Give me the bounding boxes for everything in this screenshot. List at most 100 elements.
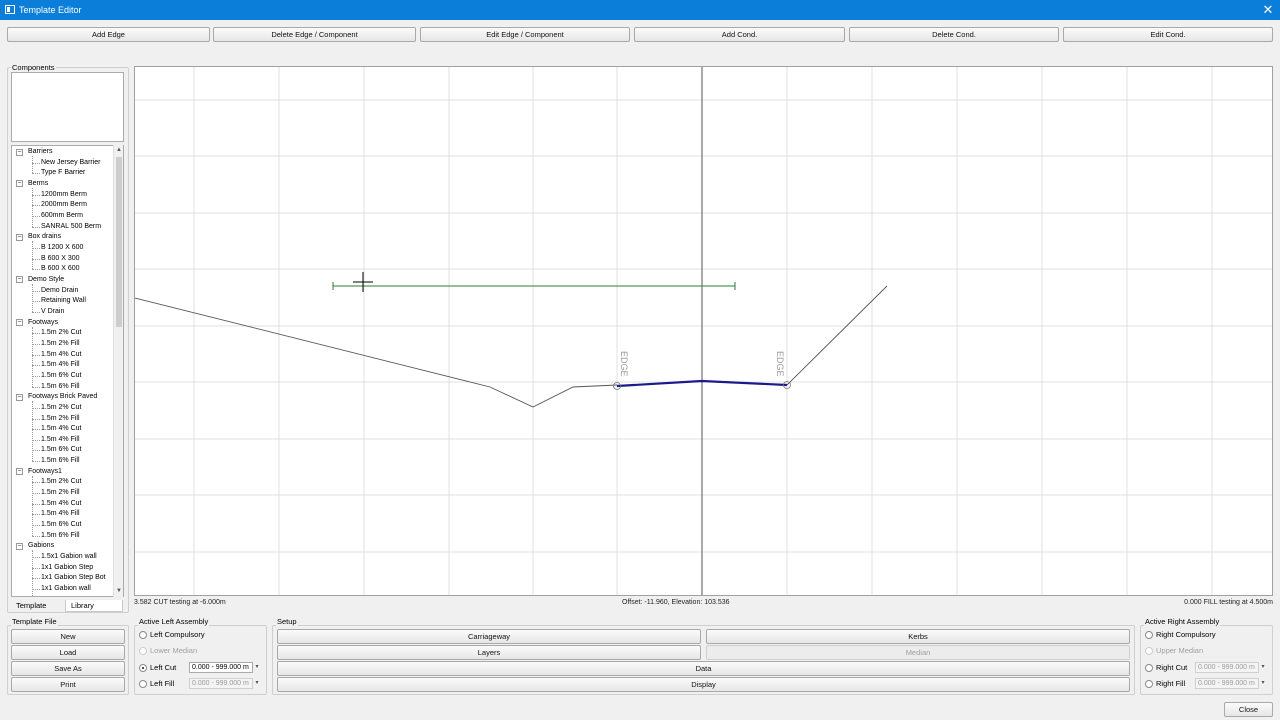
tree-collapse-icon[interactable]: − [16,148,23,156]
tree-item[interactable]: 1.5m 6% Cut [41,445,81,455]
tree-category[interactable]: Footways1 [28,467,62,477]
upper-median-radio [1145,647,1153,655]
window-close-icon[interactable]: ✕ [1260,1,1276,19]
data-button[interactable]: Data [277,661,1130,676]
tree-connector [32,475,33,536]
add-cond-button[interactable]: Add Cond. [634,27,845,42]
right-compulsory-label: Right Compulsory [1156,630,1216,639]
tree-collapse-icon[interactable]: − [16,319,23,327]
tree-connector [32,503,40,505]
tree-item[interactable]: 600mm Berm [41,211,83,221]
tree-item[interactable]: 1.5m 6% Cut [41,371,81,381]
tree-connector [32,194,40,196]
tree-item[interactable]: 1.5m 4% Cut [41,424,81,434]
tree-item[interactable]: 1x1 Gabion Step [41,563,93,573]
tree-item[interactable]: V Drain [41,307,64,317]
tree-item[interactable]: 1.5m 4% Cut [41,499,81,509]
edit-cond-button[interactable]: Edit Cond. [1063,27,1273,42]
print-button[interactable]: Print [11,677,125,692]
tree-category[interactable]: Footways Brick Paved [28,392,97,402]
tree-item[interactable]: 1.5m 2% Fill [41,488,80,498]
right-compulsory-radio[interactable] [1145,631,1153,639]
tree-item[interactable]: 1.5m 2% Fill [41,414,80,424]
tree-item[interactable]: Demo Drain [41,286,78,296]
tree-item[interactable]: 1x1 Gabion Step Bot [41,573,106,583]
tree-item[interactable]: 1.5m 2% Cut [41,403,81,413]
tree-item[interactable]: 2000mm Berm [41,200,87,210]
tree-category[interactable]: Demo Style [28,275,64,285]
edit-edge-component-button[interactable]: Edit Edge / Component [420,27,630,42]
tree-collapse-icon[interactable]: − [16,233,23,241]
layers-button[interactable]: Layers [277,645,701,660]
delete-edge-component-button[interactable]: Delete Edge / Component [213,27,416,42]
carriageway-button[interactable]: Carriageway [277,629,701,644]
new-button[interactable]: New [11,629,125,644]
left-cut-radio[interactable] [139,664,147,672]
template-canvas[interactable]: EDGE EDGE [134,66,1273,596]
tree-item[interactable]: 1.5m 4% Cut [41,350,81,360]
scroll-down-icon[interactable]: ▼ [115,587,123,595]
scroll-up-icon[interactable]: ▲ [115,146,123,154]
tree-item[interactable]: 1.5m 6% Cut [41,520,81,530]
load-button[interactable]: Load [11,645,125,660]
right-cut-radio[interactable] [1145,664,1153,672]
tree-item[interactable]: 1.5m 2% Cut [41,328,81,338]
lower-median-label: Lower Median [150,646,198,655]
component-preview [11,72,124,142]
tree-connector [32,173,40,175]
tab-template[interactable]: Template [11,600,51,612]
canvas-drawing: EDGE EDGE [135,67,1272,595]
lower-median-radio [139,647,147,655]
tree-item[interactable]: Retaining Wall [41,296,86,306]
add-edge-button[interactable]: Add Edge [7,27,210,42]
component-tree-scrollbar[interactable]: ▲ ▼ [113,145,123,597]
tree-item[interactable]: 1.5m 2% Fill [41,339,80,349]
tree-connector [32,326,33,387]
left-cut-label: Left Cut [150,663,177,672]
tree-item[interactable]: B 600 X 600 [41,264,80,274]
tree-item[interactable]: 1.5m 4% Fill [41,435,80,445]
tree-connector [32,258,40,260]
tree-item[interactable]: 1.5m 4% Fill [41,509,80,519]
component-tree[interactable]: Barriers − New Jersey Barrier Type F Barrie… [11,145,124,597]
tree-item[interactable]: SANRAL 500 Berm [41,222,101,232]
tree-item[interactable]: B 600 X 300 [41,254,80,264]
tree-item[interactable]: 1.5m 6% Fill [41,456,80,466]
kerbs-button[interactable]: Kerbs [706,629,1130,644]
canvas-grid [135,67,1272,595]
right-fill-radio[interactable] [1145,680,1153,688]
tree-item[interactable]: Type F Barrier [41,168,85,178]
tree-item[interactable]: 1x1 Gabion wall [41,584,91,594]
scroll-thumb[interactable] [116,157,122,327]
tree-collapse-icon[interactable]: − [16,180,23,188]
tree-item[interactable]: 1200mm Berm [41,190,87,200]
display-button[interactable]: Display [277,677,1130,692]
tree-connector [32,535,40,537]
tree-item[interactable]: B 1200 X 600 [41,243,83,253]
tree-item[interactable]: 1.5x1 Gabion wall [41,552,97,562]
left-fill-radio[interactable] [139,680,147,688]
save-as-button[interactable]: Save As [11,661,125,676]
left-compulsory-radio[interactable] [139,631,147,639]
tree-item[interactable]: 1.5m 6% Fill [41,531,80,541]
left-profile-line [135,297,618,408]
left-fill-label: Left Fill [150,679,175,688]
tree-item[interactable]: 2x1 Gabion wall [41,595,91,597]
tree-collapse-icon[interactable]: − [16,276,23,284]
tree-connector [32,525,40,527]
left-cut-dropdown-icon[interactable]: ▾ [253,662,261,673]
tree-collapse-icon[interactable]: − [16,393,23,401]
delete-cond-button[interactable]: Delete Cond. [849,27,1059,42]
tree-connector [32,557,40,559]
tree-collapse-icon[interactable]: − [16,468,23,476]
tree-item[interactable]: 1.5m 2% Cut [41,477,81,487]
tree-collapse-icon[interactable]: − [16,542,23,550]
left-cut-range-field[interactable]: 0.000 - 999.000 m [189,662,253,673]
tree-item[interactable]: 1.5m 6% Fill [41,382,80,392]
tree-item[interactable]: 1.5m 4% Fill [41,360,80,370]
tab-library[interactable]: Library [65,600,123,612]
right-cut-range-field: 0.000 - 999.000 m [1195,662,1259,673]
tree-item[interactable]: New Jersey Barrier [41,158,101,168]
close-button[interactable]: Close [1224,702,1273,717]
upper-median-label: Upper Median [1156,646,1204,655]
